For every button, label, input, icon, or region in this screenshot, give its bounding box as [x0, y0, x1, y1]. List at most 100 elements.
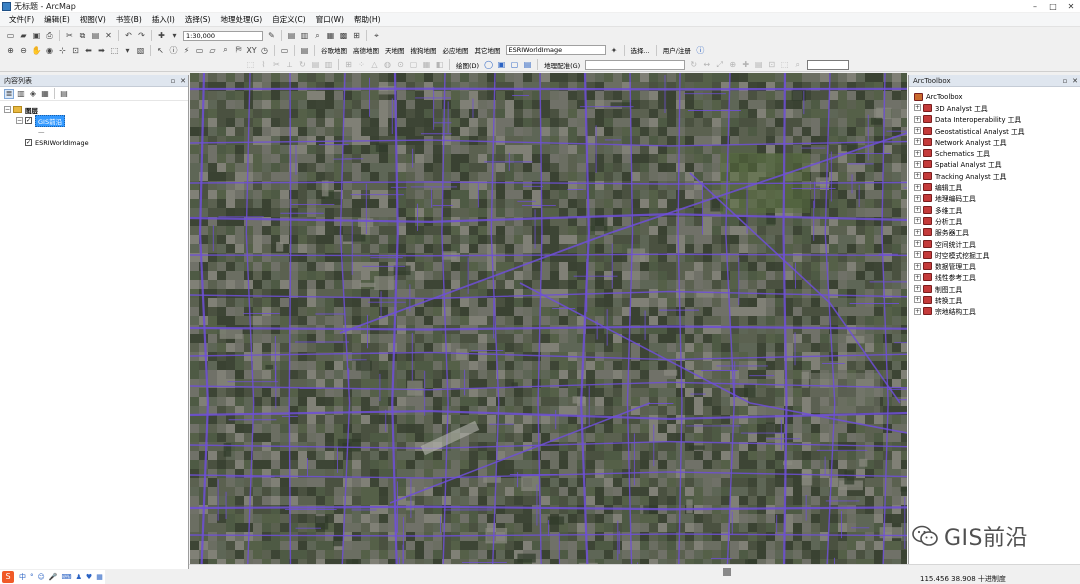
- hyperlink-icon[interactable]: ⚡: [181, 45, 192, 56]
- minimize-button[interactable]: –: [1026, 0, 1044, 12]
- toolbox-item-row[interactable]: + 服务器工具: [914, 227, 1080, 238]
- print-icon[interactable]: ⎙: [44, 30, 55, 41]
- ime-mode-key[interactable]: 中: [19, 572, 26, 582]
- arctoolbox-autohide-icon[interactable]: ▫: [1060, 77, 1070, 85]
- close-button[interactable]: ✕: [1062, 0, 1080, 12]
- measure-icon[interactable]: ▱: [207, 45, 218, 56]
- menu-customize[interactable]: 自定义(C): [267, 14, 311, 25]
- expand-icon[interactable]: +: [914, 228, 921, 236]
- toolbox-item-row[interactable]: + 时空模式挖掘工具: [914, 249, 1080, 260]
- expand-icon[interactable]: +: [914, 206, 921, 214]
- draw-shape-icon[interactable]: ◯: [483, 59, 494, 70]
- zoom-out-icon[interactable]: ⊖: [18, 45, 29, 56]
- go-to-xy-icon[interactable]: XY: [246, 45, 257, 56]
- visibility-checkbox[interactable]: ✓: [25, 117, 32, 124]
- draw-polygon-icon[interactable]: ▢: [509, 59, 520, 70]
- expand-icon[interactable]: +: [914, 285, 921, 293]
- layer-label-world-image[interactable]: ESRIWorldImage: [35, 139, 89, 147]
- pan-hand-icon[interactable]: ✋: [31, 45, 42, 56]
- list-by-selection-icon[interactable]: ▦: [40, 89, 50, 99]
- toolbox-item-row[interactable]: + 制图工具: [914, 283, 1080, 294]
- expand-icon[interactable]: +: [914, 194, 921, 202]
- expand-icon[interactable]: +: [914, 307, 921, 315]
- copy-icon[interactable]: ⧉: [77, 30, 88, 41]
- menu-view[interactable]: 视图(V): [75, 14, 111, 25]
- paste-icon[interactable]: ▤: [90, 30, 101, 41]
- basemap-bing-menu[interactable]: 必应地图: [440, 45, 472, 55]
- layer-group-row[interactable]: − 图层: [4, 104, 188, 115]
- fixed-zoom-in-icon[interactable]: ⊹: [57, 45, 68, 56]
- basemap-sogou-menu[interactable]: 搜狗地图: [408, 45, 440, 55]
- cut-icon[interactable]: ✂: [64, 30, 75, 41]
- visibility-checkbox[interactable]: ✓: [25, 139, 32, 146]
- fixed-zoom-out-icon[interactable]: ⊡: [70, 45, 81, 56]
- satellite-imagery-road-network[interactable]: [190, 73, 907, 564]
- next-extent-icon[interactable]: ➡: [96, 45, 107, 56]
- toolbox-item-row[interactable]: + 分析工具: [914, 215, 1080, 226]
- draw-menu[interactable]: 绘图(D): [453, 60, 482, 70]
- table-of-contents-icon[interactable]: ▤: [286, 30, 297, 41]
- expand-icon[interactable]: +: [914, 240, 921, 247]
- user-register-link[interactable]: 用户/注册: [660, 45, 694, 55]
- draw-text-icon[interactable]: ▤: [522, 59, 533, 70]
- ime-keyboard-key[interactable]: ⌨: [62, 573, 72, 581]
- menu-edit[interactable]: 编辑(E): [39, 14, 75, 25]
- menu-windows[interactable]: 窗口(W): [311, 14, 349, 25]
- clear-selection-icon[interactable]: ▧: [135, 45, 146, 56]
- toc-autohide-icon[interactable]: ▫: [168, 77, 178, 85]
- add-data-icon[interactable]: ✚: [156, 30, 167, 41]
- basemap-tianditu-menu[interactable]: 天地图: [382, 45, 408, 55]
- editor-toolbar-icon[interactable]: ✎: [266, 30, 277, 41]
- list-by-drawing-order-icon[interactable]: ≣: [4, 88, 14, 99]
- chevron-down-icon[interactable]: ▾: [169, 30, 180, 41]
- create-viewer-icon[interactable]: ▭: [279, 45, 290, 56]
- draw-rect-icon[interactable]: ▣: [496, 59, 507, 70]
- ime-voice-key[interactable]: 🎤: [49, 573, 58, 581]
- expand-icon[interactable]: +: [914, 160, 921, 168]
- toolbox-item-row[interactable]: + 转换工具: [914, 294, 1080, 305]
- georef-layer-select[interactable]: [585, 59, 686, 70]
- delete-icon[interactable]: ✕: [103, 30, 114, 41]
- maximize-button[interactable]: □: [1044, 0, 1062, 12]
- identify-icon[interactable]: ⓘ: [168, 45, 179, 56]
- toolbox-item-row[interactable]: + 地理编码工具: [914, 193, 1080, 204]
- catalog-icon[interactable]: ▥: [299, 30, 310, 41]
- magic-wand-icon[interactable]: ✦: [609, 45, 620, 56]
- list-by-visibility-icon[interactable]: ◈: [28, 89, 38, 99]
- toolbox-item-row[interactable]: + 宗地结构工具: [914, 306, 1080, 317]
- html-popup-icon[interactable]: ▭: [194, 45, 205, 56]
- expand-icon[interactable]: +: [914, 296, 921, 304]
- toolbox-item-row[interactable]: + Tracking Analyst 工具: [914, 170, 1080, 181]
- basemap-other-menu[interactable]: 其它地图: [472, 45, 504, 55]
- ime-punct-key[interactable]: °: [30, 573, 34, 581]
- expand-icon[interactable]: +: [914, 251, 921, 259]
- toolbox-item-row[interactable]: + 多维工具: [914, 204, 1080, 215]
- map-scale-input[interactable]: 1:30,000: [183, 30, 263, 41]
- select-features-icon[interactable]: ⬚: [109, 45, 120, 56]
- basemap-gaode-menu[interactable]: 高德地图: [350, 45, 382, 55]
- chevron-down-icon[interactable]: ▾: [122, 45, 133, 56]
- menu-help[interactable]: 帮助(H): [349, 14, 386, 25]
- menu-selection[interactable]: 选择(S): [180, 14, 216, 25]
- select-menu[interactable]: 选择...: [628, 45, 653, 55]
- search-window-icon[interactable]: ⌕: [312, 30, 323, 41]
- collapse-icon[interactable]: −: [4, 106, 11, 113]
- menu-bookmarks[interactable]: 书签(B): [111, 14, 147, 25]
- model-builder-icon[interactable]: ⊞: [351, 30, 362, 41]
- full-extent-icon[interactable]: ◉: [44, 45, 55, 56]
- toolbox-root-row[interactable]: ArcToolbox: [914, 91, 1080, 102]
- undo-icon[interactable]: ↶: [123, 30, 134, 41]
- layer-row-gis[interactable]: − ✓ GIS前沿: [4, 114, 188, 127]
- layout-icon[interactable]: ▤: [299, 45, 310, 56]
- ime-emoji-key[interactable]: ☺: [38, 573, 45, 581]
- layer-label-gis[interactable]: GIS前沿: [35, 114, 66, 127]
- ime-skin-key[interactable]: ♥: [86, 573, 92, 581]
- toolbox-item-row[interactable]: + 数据管理工具: [914, 260, 1080, 271]
- toolbox-item-row[interactable]: + Network Analyst 工具: [914, 136, 1080, 147]
- save-icon[interactable]: ▣: [31, 30, 42, 41]
- toolbox-item-row[interactable]: + 编辑工具: [914, 181, 1080, 192]
- toolbox-item-row[interactable]: + 空间统计工具: [914, 238, 1080, 249]
- previous-extent-icon[interactable]: ⬅: [83, 45, 94, 56]
- expand-icon[interactable]: +: [914, 262, 921, 270]
- toc-close-icon[interactable]: ✕: [178, 77, 188, 85]
